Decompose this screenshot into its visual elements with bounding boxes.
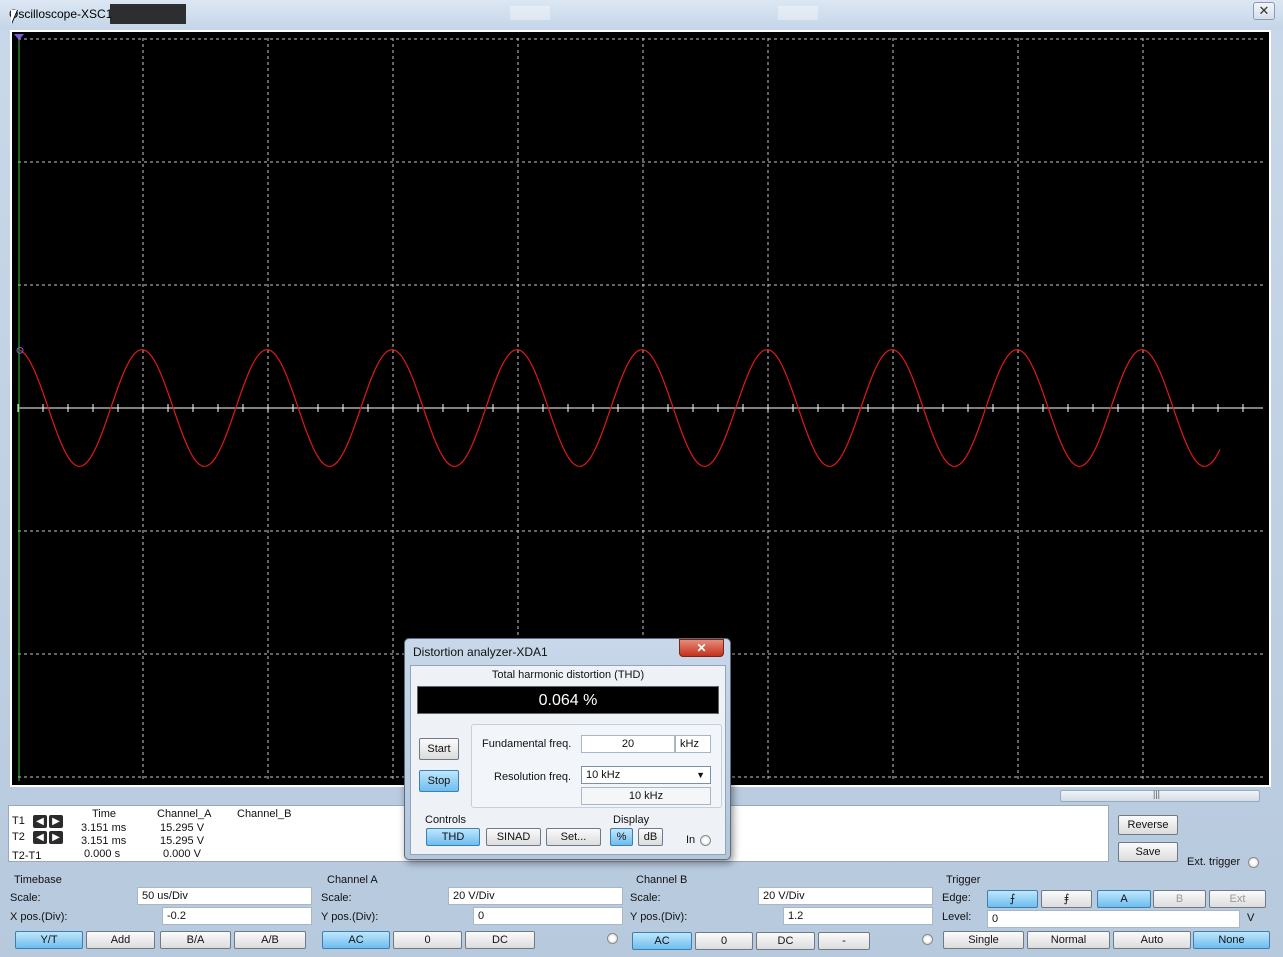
- dialog-body: Total harmonic distortion (THD) 0.064 % …: [410, 665, 726, 855]
- t1-channel-a: 15.295 V: [160, 822, 205, 834]
- fundamental-freq-label: Fundamental freq.: [482, 738, 572, 750]
- t2-t1-label: T2-T1: [12, 850, 42, 862]
- thd-label: Total harmonic distortion (THD): [491, 669, 645, 681]
- t1-right-arrow-icon[interactable]: ▶: [49, 815, 63, 828]
- trigger-normal-button[interactable]: Normal: [1027, 931, 1110, 949]
- t1-time: 3.151 ms: [81, 822, 127, 834]
- input-label: In: [686, 834, 696, 846]
- resolution-readout: 10 kHz: [581, 787, 711, 805]
- cursor-marker-icon: [14, 34, 24, 40]
- stop-button[interactable]: Stop: [419, 770, 459, 792]
- timebase-scale-label: Scale:: [10, 892, 41, 904]
- diff-channel-a: 0.000 V: [163, 848, 201, 860]
- fundamental-freq-field[interactable]: 20: [581, 735, 675, 753]
- window-title: Oscilloscope-XSC1: [9, 7, 113, 21]
- channel-b-zero-button[interactable]: 0: [695, 932, 753, 950]
- channel-b-label: Channel B: [636, 874, 688, 886]
- falling-edge-icon[interactable]: ⨎: [1041, 890, 1092, 908]
- trigger-source-ext-button[interactable]: Ext: [1209, 890, 1266, 908]
- trigger-single-button[interactable]: Single: [943, 931, 1024, 949]
- obscured-region: [110, 4, 186, 24]
- timebase-label: Timebase: [14, 874, 62, 886]
- thd-mode-button[interactable]: THD: [426, 828, 480, 846]
- scroll-grip-icon: |||: [1153, 789, 1161, 799]
- header-channel-a: Channel_A: [157, 808, 212, 820]
- channel-b-dc-button[interactable]: DC: [756, 932, 815, 950]
- channel-b-terminal[interactable]: [922, 934, 933, 945]
- db-button[interactable]: dB: [638, 828, 663, 846]
- channel-a-terminal[interactable]: [607, 933, 618, 944]
- t1-left-arrow-icon[interactable]: ◀: [33, 815, 47, 828]
- blurred-tab: [778, 6, 818, 20]
- channel-b-scale-field[interactable]: 20 V/Div: [758, 887, 933, 905]
- trigger-none-button[interactable]: None: [1193, 931, 1270, 949]
- timebase-scale-field[interactable]: 50 us/Div: [137, 887, 312, 905]
- distortion-analyzer-dialog: Distortion analyzer-XDA1 ✕ Total harmoni…: [404, 638, 731, 860]
- channel-b-ypos-label: Y pos.(Div):: [630, 911, 688, 923]
- trigger-edge-label: Edge:: [942, 892, 971, 904]
- controls-label: Controls: [425, 814, 466, 826]
- channel-a-ypos-field[interactable]: 0: [473, 907, 623, 925]
- fundamental-unit: kHz: [675, 735, 711, 753]
- input-terminal[interactable]: [700, 835, 711, 846]
- reverse-button[interactable]: Reverse: [1118, 815, 1178, 835]
- percent-button[interactable]: %: [610, 828, 633, 846]
- t2-label: T2: [12, 831, 25, 843]
- trigger-level-unit: V: [1247, 912, 1255, 924]
- trigger-level-field[interactable]: 0: [987, 910, 1240, 928]
- dialog-title: Distortion analyzer-XDA1: [413, 645, 548, 659]
- add-button[interactable]: Add: [86, 931, 155, 949]
- title-bar: Oscilloscope-XSC1 ✕: [0, 0, 1283, 30]
- trigger-level-label: Level:: [942, 911, 972, 923]
- trigger-source-b-button[interactable]: B: [1153, 890, 1206, 908]
- timebase-xpos-field[interactable]: -0.2: [162, 907, 312, 925]
- channel-b-ypos-field[interactable]: 1.2: [783, 907, 933, 925]
- save-button[interactable]: Save: [1118, 842, 1178, 862]
- resolution-freq-label: Resolution freq.: [494, 771, 572, 783]
- set-button[interactable]: Set...: [546, 828, 601, 846]
- channel-b-minus-button[interactable]: -: [818, 932, 870, 950]
- channel-b-ac-button[interactable]: AC: [632, 932, 692, 950]
- channel-a-zero-button[interactable]: 0: [393, 931, 462, 949]
- t1-label: T1: [12, 815, 25, 827]
- t2-right-arrow-icon[interactable]: ▶: [49, 831, 63, 844]
- blurred-tab: [510, 6, 550, 20]
- trigger-label: Trigger: [946, 874, 981, 886]
- thd-readout: 0.064 %: [417, 686, 719, 714]
- channel-a-ac-button[interactable]: AC: [322, 931, 390, 949]
- t2-channel-a: 15.295 V: [160, 835, 205, 847]
- t2-time: 3.151 ms: [81, 835, 127, 847]
- sinad-mode-button[interactable]: SINAD: [486, 828, 541, 846]
- ext-trigger-terminal[interactable]: [1248, 857, 1259, 868]
- channel-a-scale-label: Scale:: [321, 892, 352, 904]
- horizontal-scrollbar[interactable]: |||: [1060, 789, 1260, 802]
- resolution-freq-select[interactable]: 10 kHz ▼: [581, 766, 711, 784]
- ab-button[interactable]: A/B: [234, 931, 306, 949]
- yt-button[interactable]: Y/T: [15, 931, 83, 949]
- mouse-pointer-icon: [11, 10, 17, 24]
- channel-a-label: Channel A: [327, 874, 378, 886]
- channel-a-dc-button[interactable]: DC: [465, 931, 535, 949]
- timebase-xpos-label: X pos.(Div):: [10, 911, 68, 923]
- rising-edge-icon[interactable]: ⨍: [987, 890, 1038, 908]
- header-time: Time: [92, 808, 117, 820]
- close-button[interactable]: ✕: [1253, 2, 1275, 20]
- ext-trigger-label: Ext. trigger: [1187, 856, 1241, 868]
- ba-button[interactable]: B/A: [160, 931, 231, 949]
- channel-a-ypos-label: Y pos.(Div):: [321, 911, 379, 923]
- trigger-source-a-button[interactable]: A: [1097, 890, 1151, 908]
- start-button[interactable]: Start: [419, 738, 459, 760]
- channel-b-scale-label: Scale:: [630, 892, 661, 904]
- dialog-close-button[interactable]: ✕: [679, 639, 724, 657]
- t2-left-arrow-icon[interactable]: ◀: [33, 831, 47, 844]
- trigger-auto-button[interactable]: Auto: [1113, 931, 1191, 949]
- channel-a-scale-field[interactable]: 20 V/Div: [448, 887, 623, 905]
- chevron-down-icon: ▼: [696, 770, 705, 780]
- display-label: Display: [613, 814, 650, 826]
- header-channel-b: Channel_B: [237, 808, 292, 820]
- diff-time: 0.000 s: [84, 848, 121, 860]
